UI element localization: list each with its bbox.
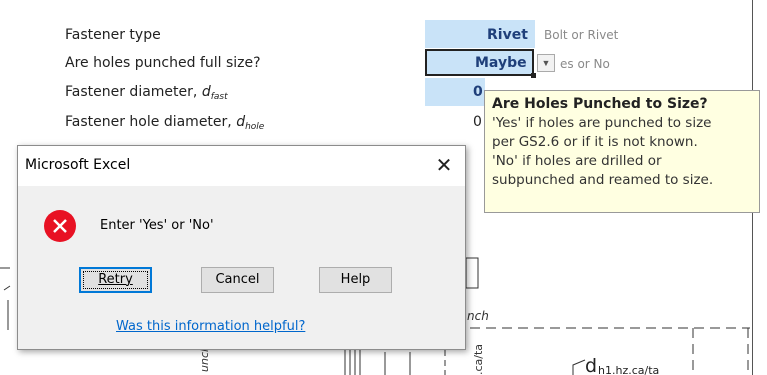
close-icon[interactable]: ✕ — [429, 152, 459, 180]
diagram-label-d: d — [585, 355, 597, 375]
focus-rect — [83, 271, 148, 289]
help-button[interactable]: Help — [319, 267, 392, 293]
retry-button[interactable]: Retry — [79, 267, 152, 293]
help-button-label: Help — [340, 272, 371, 287]
tooltip-line: 'Yes' if holes are punched to size — [492, 115, 712, 131]
dialog-message: Enter 'Yes' or 'No' — [100, 218, 214, 233]
dialog-title: Microsoft Excel — [25, 157, 131, 173]
diagram-line — [3, 285, 11, 291]
worksheet: Fastener type Are holes punched full siz… — [0, 0, 767, 375]
tooltip-title: Are Holes Punched to Size? — [492, 96, 708, 112]
cancel-button[interactable]: Cancel — [201, 267, 274, 293]
diagram-label-inch: nch — [467, 309, 489, 323]
error-dialog: Microsoft Excel ✕ Enter 'Yes' or 'No' Re… — [17, 145, 466, 350]
dimension-arrow — [572, 359, 586, 375]
dialog-titlebar[interactable]: Microsoft Excel ✕ — [18, 146, 465, 186]
cancel-button-label: Cancel — [215, 272, 260, 287]
diagram-label-ca-ta: .ca/ta — [472, 344, 485, 375]
tooltip-line: subpunched and reamed to size. — [492, 172, 714, 188]
error-icon — [44, 210, 76, 242]
tooltip-line: per GS2.6 or if it is not known. — [492, 134, 698, 150]
diagram-box — [465, 257, 479, 289]
diagram-label-d-sub: h1.hz.ca/ta — [598, 364, 659, 375]
tooltip-line: 'No' if holes are drilled or — [492, 153, 662, 169]
validation-input-message: Are Holes Punched to Size? 'Yes' if hole… — [484, 90, 760, 213]
help-feedback-link[interactable]: Was this information helpful? — [116, 319, 305, 334]
